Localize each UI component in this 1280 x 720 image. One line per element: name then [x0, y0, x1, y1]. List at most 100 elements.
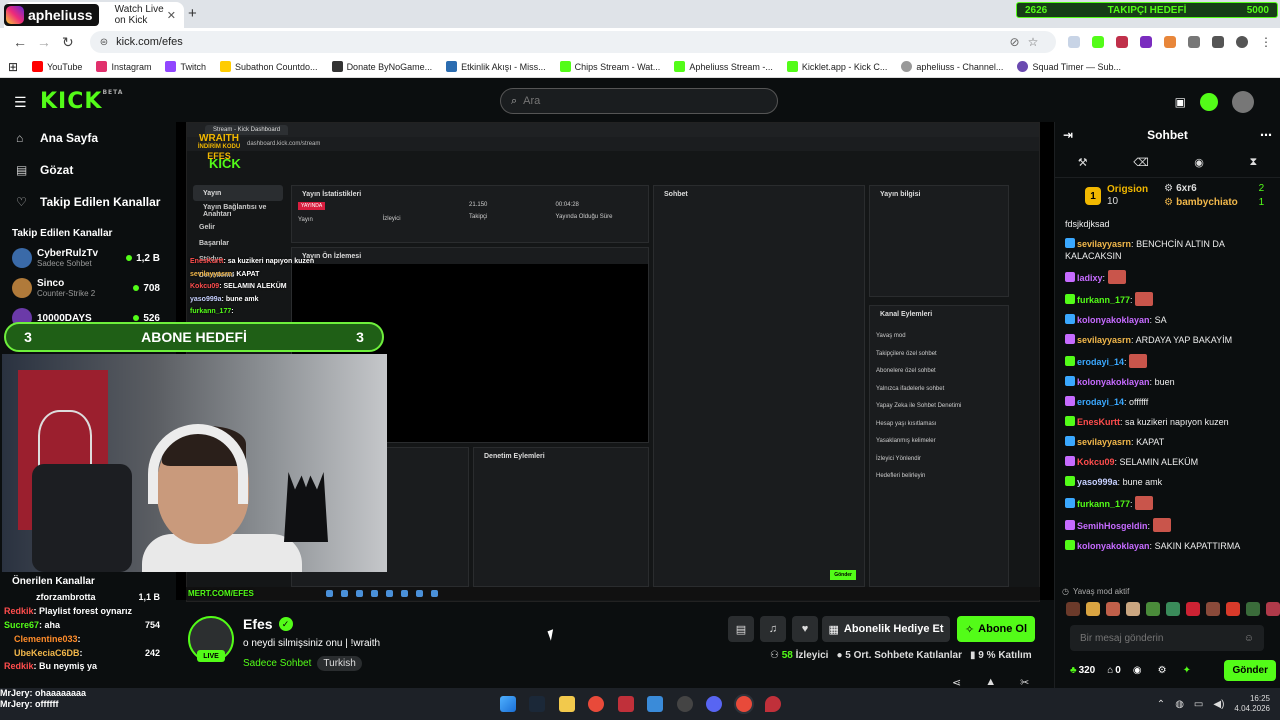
- bookmark-etkinlik[interactable]: Etkinlik Akışı - Miss...: [446, 61, 546, 72]
- app-red-icon[interactable]: [618, 696, 634, 712]
- channel-item-sinco[interactable]: Sinco Counter-Strike 2 708: [0, 273, 176, 303]
- search-input[interactable]: [523, 95, 724, 107]
- browser-menu-icon[interactable]: ⋮: [1260, 36, 1272, 48]
- chrome-active-icon[interactable]: [736, 696, 752, 712]
- chat-bubble-icon[interactable]: ◉: [1133, 665, 1142, 676]
- extension-red-icon[interactable]: [1116, 36, 1129, 48]
- obs-icon[interactable]: [677, 696, 693, 712]
- extension-orange-icon[interactable]: [1164, 36, 1177, 48]
- chat-username[interactable]: furkann_177: [1077, 499, 1130, 509]
- rewards-icon[interactable]: ▣: [1175, 95, 1186, 109]
- mic-icon[interactable]: ◍: [1175, 699, 1184, 710]
- windows-start-icon[interactable]: [500, 696, 516, 712]
- maps-pin-icon[interactable]: [765, 696, 781, 712]
- extension-purple-icon[interactable]: [1140, 36, 1153, 48]
- bookmark-twitch[interactable]: Twitch: [165, 61, 206, 72]
- kick-logo[interactable]: KICKBETA: [40, 89, 123, 114]
- app-blue-icon[interactable]: [647, 696, 663, 712]
- kick-coin-icon[interactable]: [1200, 93, 1218, 111]
- bookmark-instagram[interactable]: Instagram: [96, 61, 151, 72]
- file-explorer-icon[interactable]: [559, 696, 575, 712]
- chat-username[interactable]: sevilayyasrn: [1077, 335, 1131, 345]
- chrome-icon[interactable]: [588, 696, 604, 712]
- bookmark-bynogame[interactable]: Donate ByNoGame...: [331, 61, 432, 72]
- chat-username[interactable]: erodayi_14: [1077, 357, 1124, 367]
- mod-chat-icon[interactable]: ◉: [1194, 156, 1204, 169]
- user-avatar[interactable]: [1232, 91, 1254, 113]
- channel-name[interactable]: Efes ✓: [243, 616, 293, 632]
- reload-icon[interactable]: ↻: [56, 34, 80, 51]
- chat-username[interactable]: kolonyakoklayan: [1077, 377, 1150, 387]
- settings-gear-icon[interactable]: ⚙: [1158, 665, 1167, 676]
- close-tab-icon[interactable]: ✕: [167, 9, 176, 22]
- bookmark-youtube[interactable]: YouTube: [32, 61, 82, 72]
- volume-icon[interactable]: ◀): [1213, 699, 1224, 710]
- menu-icon[interactable]: ☰: [14, 94, 27, 111]
- steam-icon[interactable]: [529, 696, 545, 712]
- tray-chevron-icon[interactable]: ⌃: [1157, 699, 1165, 710]
- chat-username[interactable]: furkann_177: [1077, 295, 1130, 305]
- channel-item-cyberrulztv[interactable]: CyberRulzTv Sadece Sohbet 1,2 B: [0, 243, 176, 273]
- clock[interactable]: 16:25 4.04.2026: [1234, 694, 1270, 714]
- nav-following[interactable]: ♡ Takip Edilen Kanallar: [0, 186, 176, 218]
- chat-username[interactable]: yaso999a: [1077, 477, 1118, 487]
- nav-browse[interactable]: ▤ Gözat: [0, 154, 176, 186]
- extensions-puzzle-icon[interactable]: [1188, 36, 1201, 48]
- extension-kick-icon[interactable]: [1092, 36, 1105, 48]
- bookmark-kicklet[interactable]: Kicklet.app - Kick C...: [786, 61, 887, 72]
- chat-username[interactable]: sevilayyasrn: [1077, 239, 1131, 249]
- mod-trash-icon[interactable]: ⌫: [1133, 156, 1149, 169]
- discord-icon[interactable]: [706, 696, 722, 712]
- forward-icon[interactable]: →: [32, 34, 56, 50]
- profile-avatar-icon[interactable]: [1236, 36, 1248, 48]
- gifter-name[interactable]: Origsion: [1107, 184, 1148, 196]
- chat-input-box[interactable]: ☺: [1070, 625, 1264, 651]
- chat-text: sa kuzikeri napıyon kuzen: [1125, 417, 1229, 427]
- chat-username[interactable]: kolonyakoklayan: [1077, 315, 1150, 325]
- rec-channel-3[interactable]: UbeKeciaC6DB:242: [0, 646, 176, 660]
- network-icon[interactable]: ▭: [1194, 699, 1203, 710]
- new-tab-icon[interactable]: +: [188, 5, 197, 22]
- language-tag[interactable]: Turkish: [317, 656, 362, 671]
- bookmark-chips[interactable]: Chips Stream - Wat...: [559, 61, 660, 72]
- bookmark-squad-timer[interactable]: Squad Timer — Sub...: [1017, 61, 1121, 72]
- collapse-chat-icon[interactable]: ⇥: [1063, 128, 1073, 142]
- search-bar[interactable]: ⌕: [500, 88, 778, 114]
- bookmark-channel[interactable]: apheliuss - Channel...: [901, 61, 1003, 72]
- bookmark-subathon[interactable]: Subathon Countdo...: [219, 61, 318, 72]
- notification-button[interactable]: ♫: [760, 616, 786, 642]
- top-gifters: 1 Origsion 10 ⚙ 6xr6 2 ⚙ bambychiato 1: [1055, 178, 1280, 214]
- follow-button[interactable]: ♥: [792, 616, 818, 642]
- apps-grid-icon[interactable]: ⊞: [8, 60, 18, 74]
- chat-menu-icon[interactable]: ⋯: [1260, 128, 1272, 142]
- mod-timer-icon[interactable]: ⧗: [1249, 156, 1257, 169]
- chat-username[interactable]: kolonyakoklayan: [1077, 541, 1150, 551]
- site-info-icon[interactable]: ⊜: [100, 37, 108, 48]
- chat-username[interactable]: Kokcu09: [1077, 457, 1115, 467]
- rec-channel-2[interactable]: Sucre67: aha 754: [0, 618, 176, 632]
- back-icon[interactable]: ←: [8, 34, 32, 50]
- send-button[interactable]: Gönder: [1224, 659, 1276, 681]
- extension-shield-icon[interactable]: [1068, 36, 1081, 48]
- chat-username[interactable]: EnesKurtt: [1077, 417, 1120, 427]
- chat-username[interactable]: erodayi_14: [1077, 397, 1124, 407]
- bookmark-star-icon[interactable]: ⊘☆: [1010, 35, 1047, 49]
- stream-category[interactable]: Sadece Sohbet: [243, 658, 311, 669]
- nav-home[interactable]: ⌂ Ana Sayfa: [0, 122, 176, 154]
- chat-username[interactable]: ladixy: [1077, 273, 1103, 283]
- chat-username[interactable]: SemihHosgeldin: [1077, 521, 1148, 531]
- chat-input[interactable]: [1080, 632, 1240, 644]
- emoji-icon[interactable]: ☺: [1244, 633, 1254, 644]
- subscribe-button[interactable]: ✧ Abone Ol: [957, 616, 1035, 642]
- chat-username[interactable]: sevilayyasrn: [1077, 437, 1131, 447]
- gift-sub-button[interactable]: ▦ Abonelik Hediye Et: [822, 616, 950, 642]
- rec-channel-1[interactable]: zforzambrotta 1,1 B: [0, 590, 176, 604]
- mod-hammer-icon[interactable]: ⚒: [1078, 156, 1088, 169]
- reading-list-icon[interactable]: [1212, 36, 1225, 48]
- heart-icon: ♡: [16, 195, 27, 209]
- kick-emote-icon[interactable]: ✦: [1183, 665, 1191, 676]
- url-field[interactable]: ⊜ kick.com/efes ⊘☆: [89, 31, 1057, 53]
- bookmark-apheliuss[interactable]: Apheliuss Stream -...: [674, 61, 773, 72]
- chest-icon: ⌂: [1107, 664, 1114, 676]
- theater-mode-button[interactable]: ▤: [728, 616, 754, 642]
